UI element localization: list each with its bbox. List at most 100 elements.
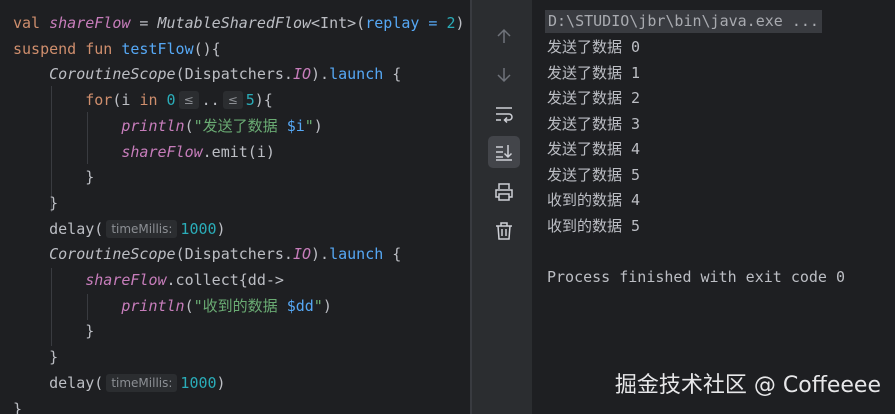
console-output-line: 发送了数据 0 (547, 38, 641, 56)
arrow-up-icon (497, 28, 511, 43)
code-token: shareFlow (85, 271, 167, 289)
watermark: 掘金技术社区 @ Coffeeee (614, 373, 881, 398)
code-token: 0 (166, 91, 176, 110)
code-token: suspend fun (13, 39, 122, 58)
print-button[interactable] (488, 176, 520, 208)
ide-window: val shareFlow = MutableSharedFlow<Int>(r… (0, 0, 895, 414)
code-line[interactable]: } (13, 164, 94, 190)
trash-icon (496, 222, 512, 240)
arrow-down-icon (497, 68, 511, 83)
scroll-to-end-icon (496, 145, 513, 161)
code-token: IO (292, 245, 312, 264)
code-token: (i (112, 91, 140, 110)
code-line[interactable]: } (13, 318, 94, 344)
code-token: } (13, 193, 59, 212)
code-token: $dd (286, 296, 314, 315)
console-output-line: 收到的数据 4 (547, 191, 641, 209)
code-token: 2 (446, 14, 456, 32)
code-token: println (121, 116, 185, 135)
soft-wrap-button[interactable] (488, 98, 520, 130)
code-token: shareFlow (121, 142, 203, 161)
code-token: } (13, 348, 59, 367)
parameter-hint: timeMillis: (106, 373, 178, 392)
code-token: CoroutineScope (49, 245, 176, 264)
console-output-line: 收到的数据 5 (547, 216, 641, 235)
code-line[interactable]: for(i in 0 ≤.. ≤5){ (13, 87, 273, 113)
code-token: IO (292, 65, 312, 84)
code-token: ( (184, 296, 194, 315)
clear-all-button[interactable] (488, 215, 520, 247)
code-token: .emit(i) (202, 142, 275, 161)
code-token: $i (286, 116, 305, 135)
code-line[interactable]: } (13, 396, 22, 414)
code-line[interactable]: } (13, 344, 58, 370)
code-token: (Dispatchers. (175, 245, 293, 264)
code-token: delay( (13, 219, 104, 238)
run-console[interactable]: D:\STUDIO\jbr\bin\java.exe ... 掘金技术社区 @ … (532, 0, 895, 414)
code-token: (){ (193, 39, 221, 58)
code-line[interactable]: delay(timeMillis: 1000) (13, 370, 226, 396)
console-command-line[interactable]: D:\STUDIO\jbr\bin\java.exe ... (545, 10, 822, 33)
code-token: } (13, 168, 95, 187)
code-token: .. (201, 91, 220, 110)
soft-wrap-icon (496, 107, 513, 124)
code-line[interactable]: println("发送了数据 $i") (13, 113, 323, 139)
code-line[interactable]: val shareFlow = MutableSharedFlow<Int>(r… (13, 10, 465, 36)
next-occurrence-button[interactable] (488, 59, 520, 91)
code-token: 1000 (180, 219, 217, 238)
scroll-to-end-button[interactable] (488, 136, 520, 168)
code-token: MutableSharedFlow (157, 14, 312, 32)
console-output-line: Process finished with exit code 0 (547, 267, 846, 286)
parameter-hint: ≤ (222, 91, 243, 110)
code-token: CoroutineScope (49, 65, 176, 84)
code-token: ). (311, 245, 330, 264)
code-token: launch (329, 245, 384, 264)
parameter-hint: timeMillis: (106, 219, 178, 238)
code-token: val (13, 14, 50, 32)
code-token: ) (313, 116, 323, 135)
code-line[interactable]: delay(timeMillis: 1000) (13, 216, 226, 242)
code-token: " (304, 116, 314, 135)
code-line[interactable]: } (13, 190, 58, 216)
code-token: 1000 (180, 373, 217, 392)
code-token: "发送了数据 (193, 116, 287, 135)
print-icon (495, 183, 513, 201)
code-token: } (13, 399, 23, 414)
code-line[interactable]: CoroutineScope(Dispatchers.IO).launch { (13, 241, 401, 267)
code-token: = (130, 14, 158, 32)
code-token: ) (216, 373, 226, 392)
previous-occurrence-button[interactable] (488, 20, 520, 52)
code-token: ( (184, 116, 194, 135)
code-token: } (13, 322, 95, 341)
code-token: delay( (13, 373, 104, 392)
code-token: ){ (254, 91, 273, 110)
code-token: for (85, 91, 113, 110)
console-output-line: 发送了数据 2 (547, 89, 641, 107)
code-token: "收到的数据 (193, 296, 287, 315)
code-line[interactable]: suspend fun testFlow(){ (13, 36, 221, 62)
code-token: { (383, 245, 402, 264)
console-output-line: 发送了数据 4 (547, 140, 641, 158)
code-token: " (313, 296, 323, 315)
code-line[interactable]: println("收到的数据 $dd") (13, 293, 331, 319)
code-line[interactable]: shareFlow.emit(i) (13, 139, 275, 165)
code-token: (Dispatchers. (175, 65, 293, 84)
code-token: <Int>( (311, 14, 366, 32)
console-output-line: 发送了数据 1 (547, 63, 641, 82)
code-token: ) (455, 14, 465, 32)
code-token: replay = (365, 14, 447, 32)
code-line[interactable]: CoroutineScope(Dispatchers.IO).launch { (13, 61, 401, 87)
code-token: { (383, 65, 402, 84)
code-token: ) (216, 219, 226, 238)
console-output-line: 发送了数据 3 (547, 114, 641, 133)
code-token: launch (329, 65, 384, 84)
code-editor[interactable]: val shareFlow = MutableSharedFlow<Int>(r… (0, 0, 470, 414)
run-toolbar (472, 0, 532, 414)
code-line[interactable]: shareFlow.collect{dd-> (13, 267, 284, 293)
code-token: .collect{dd-> (166, 271, 284, 289)
